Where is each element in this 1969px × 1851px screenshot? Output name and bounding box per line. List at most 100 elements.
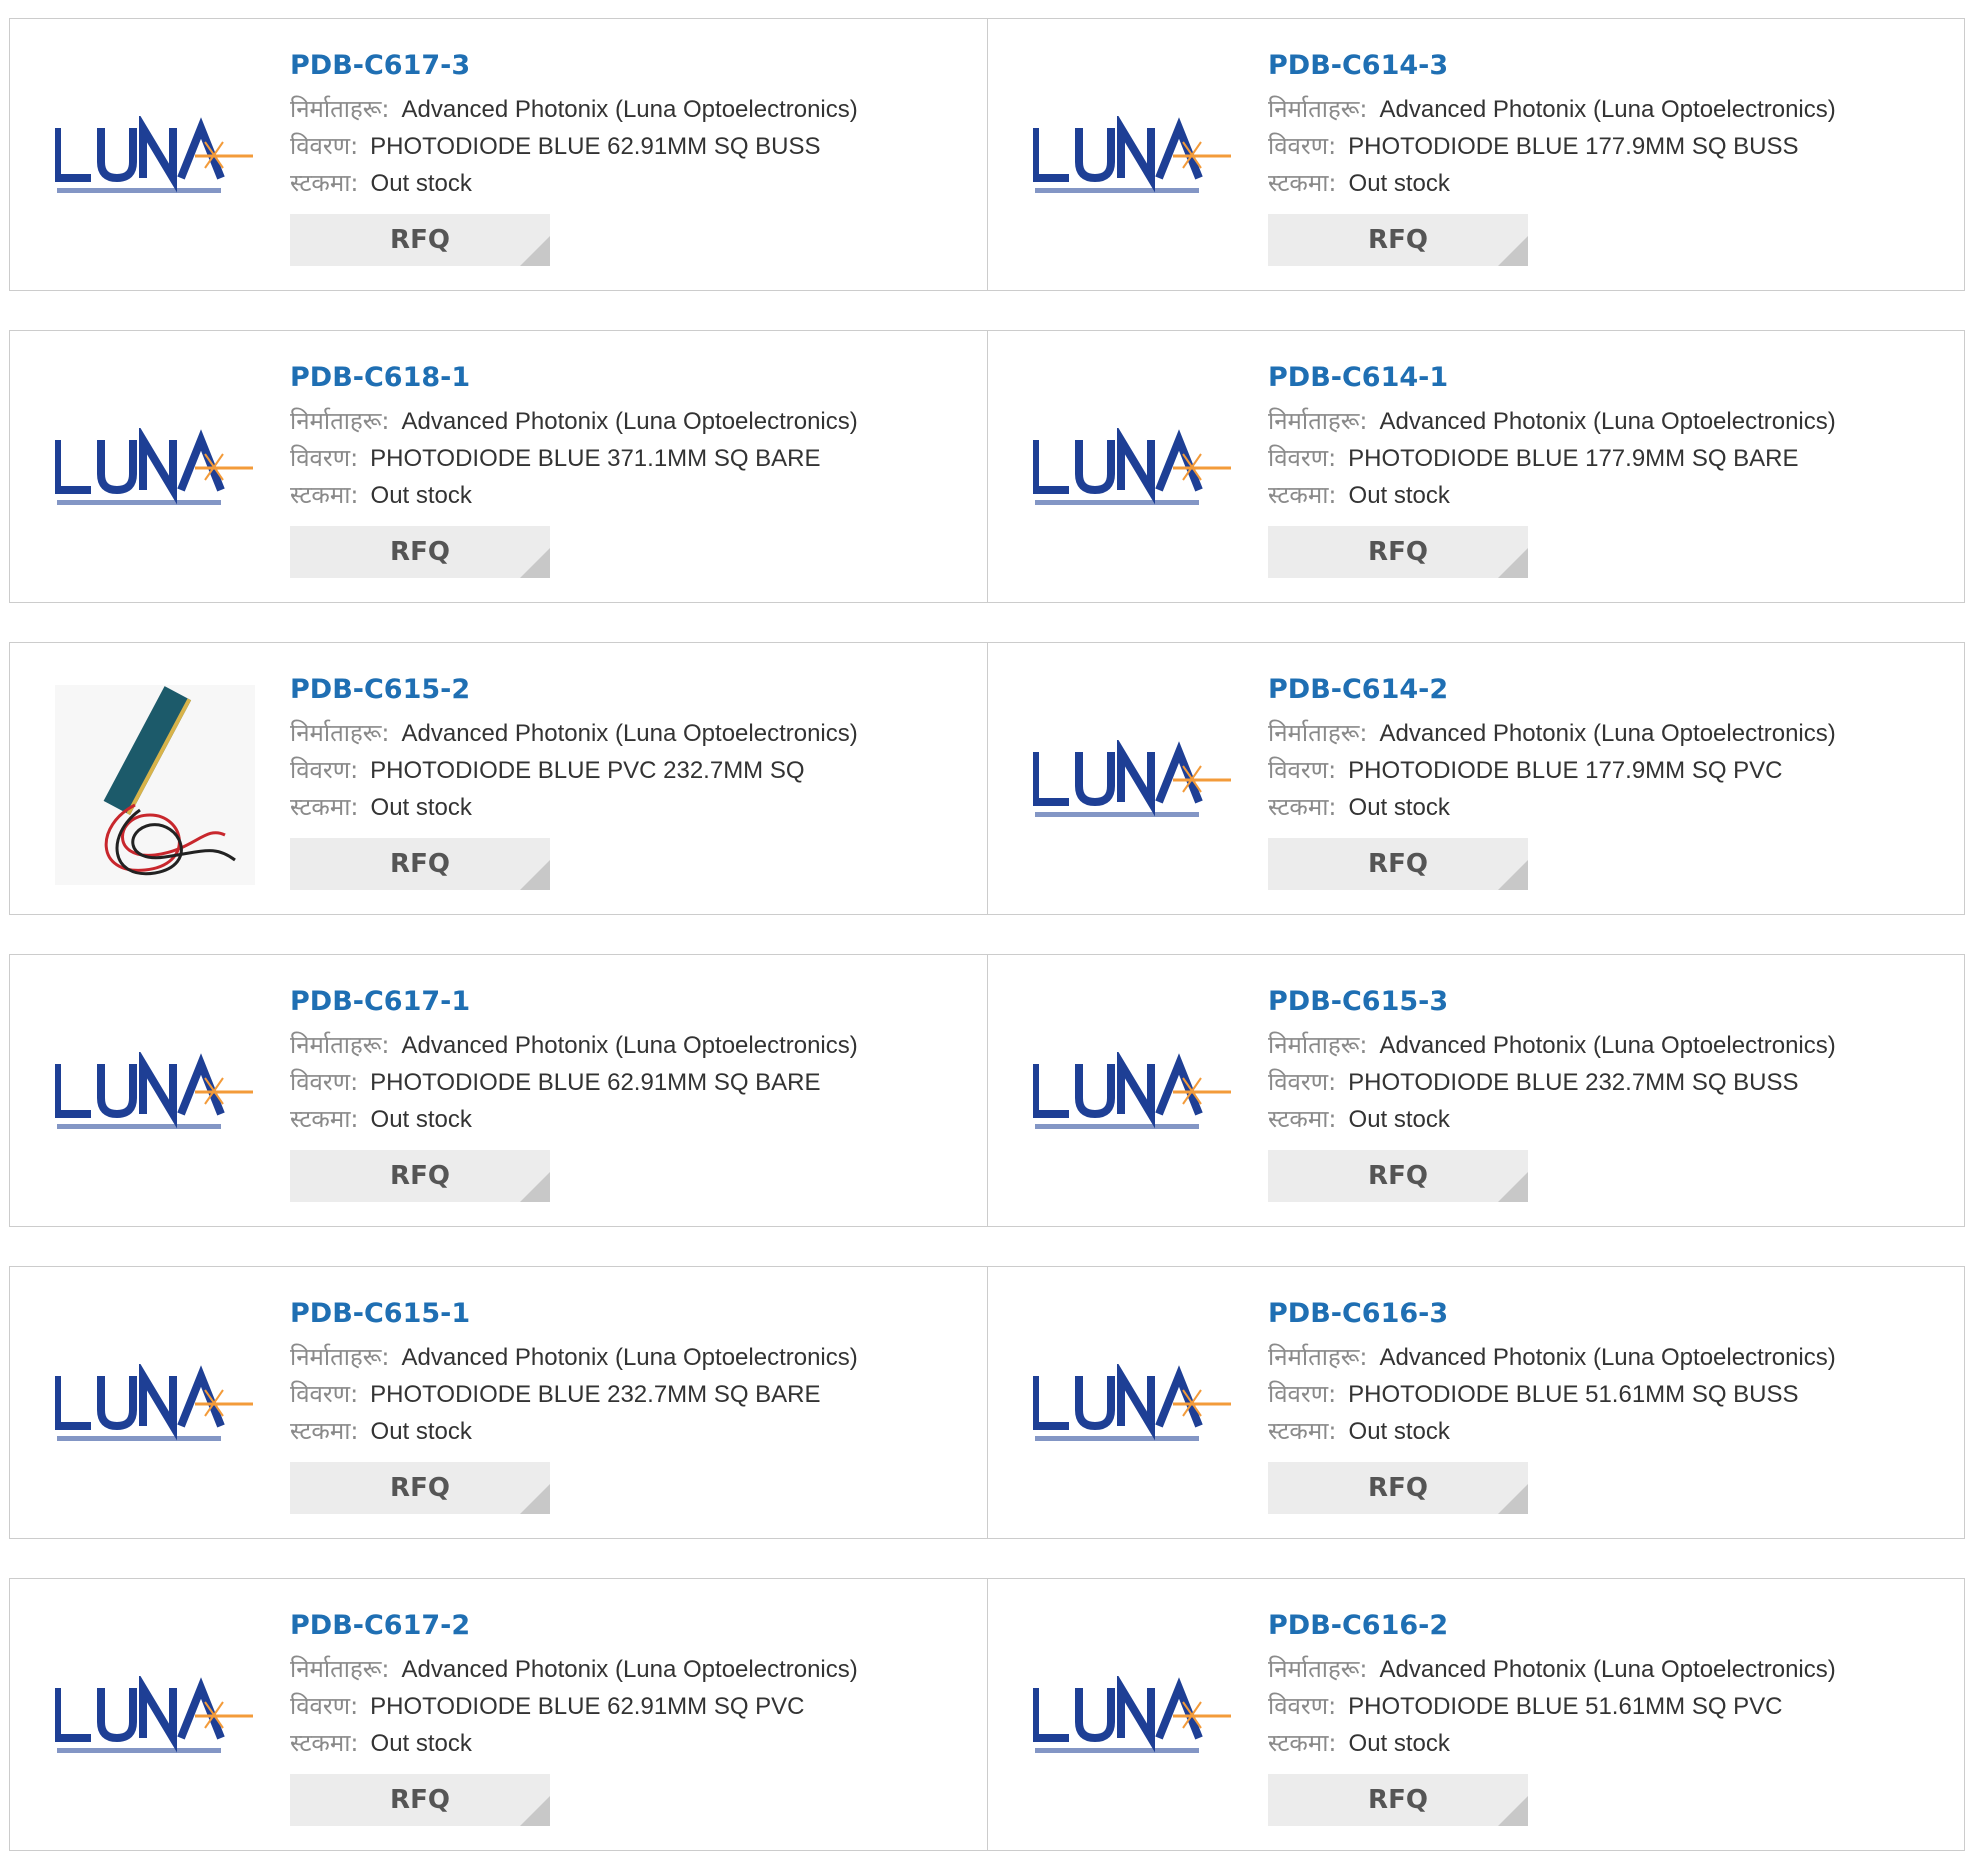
product-card: PDB-C615-2 निर्माताहरू: Advanced Photonix… bbox=[10, 643, 987, 914]
description-line: विवरण: PHOTODIODE BLUE 177.9MM SQ PVC bbox=[1268, 752, 1954, 789]
luna-logo-icon bbox=[55, 1052, 253, 1129]
rfq-button-label: RFQ bbox=[1368, 1161, 1428, 1191]
description-value: PHOTODIODE BLUE 371.1MM SQ BARE bbox=[370, 445, 821, 472]
rfq-button-label: RFQ bbox=[390, 1785, 450, 1815]
manufacturer-label: निर्माताहरू: bbox=[290, 1655, 390, 1683]
part-number-link[interactable]: PDB-C618-1 bbox=[290, 361, 977, 395]
product-image[interactable] bbox=[50, 1309, 260, 1509]
product-image[interactable] bbox=[50, 685, 260, 885]
stock-label: स्टकमा: bbox=[290, 169, 359, 197]
description-line: विवरण: PHOTODIODE BLUE 51.61MM SQ PVC bbox=[1268, 1688, 1954, 1725]
description-value: PHOTODIODE BLUE 62.91MM SQ PVC bbox=[370, 1693, 805, 1720]
stock-line: स्टकमा: Out stock bbox=[290, 1725, 977, 1762]
stock-value: Out stock bbox=[1348, 1106, 1450, 1133]
manufacturer-value: Advanced Photonix (Luna Optoelectronics) bbox=[1379, 720, 1836, 747]
stock-line: स्टकमा: Out stock bbox=[290, 477, 977, 514]
part-number-link[interactable]: PDB-C615-2 bbox=[290, 673, 977, 707]
product-info: PDB-C615-3 निर्माताहरू: Advanced Photonix… bbox=[1268, 985, 1954, 1202]
product-row: PDB-C617-2 निर्माताहरू: Advanced Photonix… bbox=[9, 1578, 1965, 1851]
product-image[interactable] bbox=[50, 997, 260, 1197]
product-image[interactable] bbox=[1028, 685, 1238, 885]
manufacturer-label: निर्माताहरू: bbox=[290, 407, 390, 435]
part-number-link[interactable]: PDB-C617-2 bbox=[290, 1609, 977, 1643]
product-info: PDB-C617-3 निर्माताहरू: Advanced Photonix… bbox=[290, 49, 977, 266]
manufacturer-line: निर्माताहरू: Advanced Photonix (Luna Opto… bbox=[290, 1339, 977, 1376]
stock-line: स्टकमा: Out stock bbox=[290, 165, 977, 202]
manufacturer-label: निर्माताहरू: bbox=[290, 719, 390, 747]
corner-fold-icon bbox=[1498, 548, 1528, 578]
product-image[interactable] bbox=[1028, 373, 1238, 573]
rfq-button[interactable]: RFQ bbox=[290, 1462, 550, 1514]
stock-line: स्टकमा: Out stock bbox=[290, 1413, 977, 1450]
stock-label: स्टकमा: bbox=[290, 1417, 359, 1445]
description-label: विवरण: bbox=[290, 444, 359, 472]
product-card: PDB-C614-1 निर्माताहरू: Advanced Photonix… bbox=[987, 331, 1964, 602]
description-line: विवरण: PHOTODIODE BLUE 51.61MM SQ BUSS bbox=[1268, 1376, 1954, 1413]
rfq-button[interactable]: RFQ bbox=[1268, 1462, 1528, 1514]
description-line: विवरण: PHOTODIODE BLUE 371.1MM SQ BARE bbox=[290, 440, 977, 477]
rfq-button[interactable]: RFQ bbox=[1268, 838, 1528, 890]
product-image[interactable] bbox=[1028, 1309, 1238, 1509]
product-image[interactable] bbox=[50, 1621, 260, 1821]
part-number-link[interactable]: PDB-C617-3 bbox=[290, 49, 977, 83]
stock-value: Out stock bbox=[1348, 1418, 1450, 1445]
description-value: PHOTODIODE BLUE 177.9MM SQ BUSS bbox=[1348, 133, 1799, 160]
rfq-button[interactable]: RFQ bbox=[1268, 1774, 1528, 1826]
product-image[interactable] bbox=[1028, 1621, 1238, 1821]
rfq-button-label: RFQ bbox=[390, 1473, 450, 1503]
stock-line: स्टकमा: Out stock bbox=[290, 1101, 977, 1138]
product-row: PDB-C617-3 निर्माताहरू: Advanced Photonix… bbox=[9, 18, 1965, 291]
stock-label: स्टकमा: bbox=[290, 793, 359, 821]
product-card: PDB-C614-2 निर्माताहरू: Advanced Photonix… bbox=[987, 643, 1964, 914]
manufacturer-line: निर्माताहरू: Advanced Photonix (Luna Opto… bbox=[290, 91, 977, 128]
rfq-button[interactable]: RFQ bbox=[290, 526, 550, 578]
manufacturer-label: निर्माताहरू: bbox=[1268, 1343, 1368, 1371]
corner-fold-icon bbox=[1498, 860, 1528, 890]
luna-logo-icon bbox=[1033, 1052, 1231, 1129]
rfq-button[interactable]: RFQ bbox=[290, 838, 550, 890]
rfq-button[interactable]: RFQ bbox=[1268, 526, 1528, 578]
part-number-link[interactable]: PDB-C616-3 bbox=[1268, 1297, 1954, 1331]
product-card: PDB-C615-3 निर्माताहरू: Advanced Photonix… bbox=[987, 955, 1964, 1226]
manufacturer-line: निर्माताहरू: Advanced Photonix (Luna Opto… bbox=[1268, 715, 1954, 752]
description-value: PHOTODIODE BLUE 177.9MM SQ PVC bbox=[1348, 757, 1783, 784]
product-row: PDB-C617-1 निर्माताहरू: Advanced Photonix… bbox=[9, 954, 1965, 1227]
product-image[interactable] bbox=[1028, 997, 1238, 1197]
manufacturer-line: निर्माताहरू: Advanced Photonix (Luna Opto… bbox=[290, 1651, 977, 1688]
product-image[interactable] bbox=[50, 61, 260, 261]
product-image[interactable] bbox=[1028, 61, 1238, 261]
rfq-button[interactable]: RFQ bbox=[290, 1150, 550, 1202]
stock-label: स्टकमा: bbox=[290, 481, 359, 509]
description-value: PHOTODIODE BLUE 232.7MM SQ BUSS bbox=[1348, 1069, 1799, 1096]
manufacturer-label: निर्माताहरू: bbox=[1268, 1031, 1368, 1059]
product-info: PDB-C617-2 निर्माताहरू: Advanced Photonix… bbox=[290, 1609, 977, 1826]
stock-label: स्टकमा: bbox=[1268, 1105, 1337, 1133]
part-number-link[interactable]: PDB-C615-1 bbox=[290, 1297, 977, 1331]
product-info: PDB-C614-1 निर्माताहरू: Advanced Photonix… bbox=[1268, 361, 1954, 578]
part-number-link[interactable]: PDB-C614-3 bbox=[1268, 49, 1954, 83]
part-number-link[interactable]: PDB-C614-1 bbox=[1268, 361, 1954, 395]
product-info: PDB-C615-2 निर्माताहरू: Advanced Photonix… bbox=[290, 673, 977, 890]
description-value: PHOTODIODE BLUE PVC 232.7MM SQ bbox=[370, 757, 805, 784]
part-number-link[interactable]: PDB-C616-2 bbox=[1268, 1609, 1954, 1643]
description-label: विवरण: bbox=[1268, 756, 1337, 784]
luna-logo-icon bbox=[1033, 1676, 1231, 1753]
rfq-button[interactable]: RFQ bbox=[1268, 214, 1528, 266]
product-info: PDB-C614-3 निर्माताहरू: Advanced Photonix… bbox=[1268, 49, 1954, 266]
product-image[interactable] bbox=[50, 373, 260, 573]
rfq-button[interactable]: RFQ bbox=[1268, 1150, 1528, 1202]
rfq-button[interactable]: RFQ bbox=[290, 214, 550, 266]
manufacturer-label: निर्माताहरू: bbox=[1268, 719, 1368, 747]
description-line: विवरण: PHOTODIODE BLUE 232.7MM SQ BARE bbox=[290, 1376, 977, 1413]
manufacturer-value: Advanced Photonix (Luna Optoelectronics) bbox=[1379, 1032, 1836, 1059]
part-number-link[interactable]: PDB-C615-3 bbox=[1268, 985, 1954, 1019]
description-label: विवरण: bbox=[290, 132, 359, 160]
stock-label: स्टकमा: bbox=[290, 1729, 359, 1757]
product-card: PDB-C616-2 निर्माताहरू: Advanced Photonix… bbox=[987, 1579, 1964, 1850]
description-label: विवरण: bbox=[290, 1068, 359, 1096]
manufacturer-value: Advanced Photonix (Luna Optoelectronics) bbox=[401, 1344, 858, 1371]
description-line: विवरण: PHOTODIODE BLUE 62.91MM SQ BARE bbox=[290, 1064, 977, 1101]
part-number-link[interactable]: PDB-C617-1 bbox=[290, 985, 977, 1019]
rfq-button[interactable]: RFQ bbox=[290, 1774, 550, 1826]
part-number-link[interactable]: PDB-C614-2 bbox=[1268, 673, 1954, 707]
